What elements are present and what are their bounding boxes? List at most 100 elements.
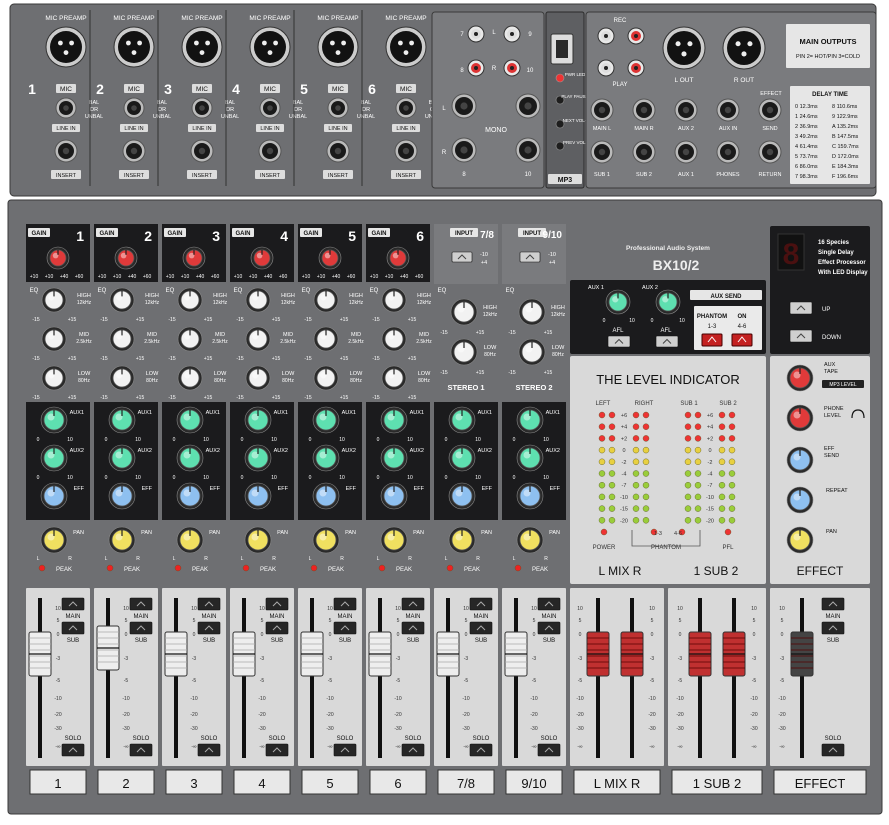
insert-jack-6[interactable] <box>394 139 418 163</box>
solo-button[interactable] <box>333 743 357 757</box>
xlr-l-out[interactable] <box>662 26 706 70</box>
gain-knob-5[interactable] <box>318 246 342 270</box>
eq-high-knob[interactable] <box>109 287 135 313</box>
main-button[interactable] <box>537 597 561 611</box>
aux2-knob[interactable] <box>40 444 68 472</box>
output-jack-top-0[interactable] <box>590 98 614 122</box>
pan-knob[interactable] <box>40 526 68 554</box>
line-in-jack-3[interactable] <box>191 97 213 119</box>
eq-mid-knob[interactable] <box>41 326 67 352</box>
sub-button[interactable] <box>401 621 425 635</box>
rca-input[interactable] <box>467 59 485 77</box>
aux1-knob[interactable] <box>176 406 204 434</box>
effect-down-button[interactable] <box>789 329 813 343</box>
eq-mid-knob[interactable] <box>381 326 407 352</box>
solo-button[interactable] <box>129 743 153 757</box>
aux1-knob[interactable] <box>380 406 408 434</box>
insert-jack-4[interactable] <box>258 139 282 163</box>
output-jack-bottom-4[interactable] <box>758 140 782 164</box>
effect-solo-button[interactable] <box>821 743 845 757</box>
eff-knob[interactable] <box>312 482 340 510</box>
afl-button-1[interactable] <box>607 335 631 348</box>
rca-input[interactable] <box>503 25 521 43</box>
eq-mid-knob[interactable] <box>177 326 203 352</box>
master-aux2-knob[interactable] <box>655 289 681 315</box>
output-jack-bottom-1[interactable] <box>632 140 656 164</box>
xlr-input-3[interactable] <box>181 26 223 68</box>
output-jack-top-1[interactable] <box>632 98 656 122</box>
eff-knob[interactable] <box>516 482 544 510</box>
afl-button-2[interactable] <box>655 335 679 348</box>
aux2-knob[interactable] <box>244 444 272 472</box>
output-jack-top-2[interactable] <box>674 98 698 122</box>
effect-knob-2[interactable] <box>786 446 814 474</box>
eq-high-knob[interactable] <box>313 287 339 313</box>
eq-mid-knob[interactable] <box>109 326 135 352</box>
aux1-knob[interactable] <box>312 406 340 434</box>
gain-knob-3[interactable] <box>182 246 206 270</box>
aux1-knob[interactable] <box>448 406 476 434</box>
eq-high-knob[interactable] <box>41 287 67 313</box>
effect-main-button[interactable] <box>821 597 845 611</box>
eff-knob[interactable] <box>40 482 68 510</box>
aux1-knob[interactable] <box>516 406 544 434</box>
sub-button[interactable] <box>469 621 493 635</box>
insert-jack-5[interactable] <box>326 139 350 163</box>
eq-low-knob[interactable] <box>381 365 407 391</box>
aux1-knob[interactable] <box>40 406 68 434</box>
eff-knob[interactable] <box>108 482 136 510</box>
rec-rca-r[interactable] <box>627 27 645 45</box>
stereo-jack-9[interactable] <box>515 93 541 119</box>
sub-button[interactable] <box>61 621 85 635</box>
output-jack-top-4[interactable] <box>758 98 782 122</box>
line-in-jack-1[interactable] <box>55 97 77 119</box>
solo-button[interactable] <box>197 743 221 757</box>
xlr-input-4[interactable] <box>249 26 291 68</box>
aux2-knob[interactable] <box>380 444 408 472</box>
effect-sub-button[interactable] <box>821 621 845 635</box>
input-level-switch[interactable] <box>451 251 473 263</box>
sub-button[interactable] <box>197 621 221 635</box>
main-button[interactable] <box>197 597 221 611</box>
phantom-switch-2[interactable] <box>731 333 753 347</box>
main-button[interactable] <box>61 597 85 611</box>
play-rca-r[interactable] <box>627 59 645 77</box>
eq-mid-knob[interactable] <box>245 326 271 352</box>
rec-rca-l[interactable] <box>597 27 615 45</box>
phantom-switch-1[interactable] <box>701 333 723 347</box>
sub-button[interactable] <box>265 621 289 635</box>
main-button[interactable] <box>333 597 357 611</box>
output-jack-top-3[interactable] <box>716 98 740 122</box>
eq-high-knob[interactable] <box>245 287 271 313</box>
eff-knob[interactable] <box>448 482 476 510</box>
eq-low-knob[interactable] <box>177 365 203 391</box>
stereo-eq-high-knob[interactable] <box>518 298 546 326</box>
master-aux1-knob[interactable] <box>605 289 631 315</box>
gain-knob-4[interactable] <box>250 246 274 270</box>
sub-button[interactable] <box>333 621 357 635</box>
stereo-eq-low-knob[interactable] <box>450 338 478 366</box>
pan-knob[interactable] <box>448 526 476 554</box>
mp3-button-0[interactable] <box>555 73 565 83</box>
sub-button[interactable] <box>537 621 561 635</box>
aux1-knob[interactable] <box>108 406 136 434</box>
gain-knob-6[interactable] <box>386 246 410 270</box>
pan-knob[interactable] <box>380 526 408 554</box>
pan-knob[interactable] <box>176 526 204 554</box>
effect-knob-4[interactable] <box>786 526 814 554</box>
pan-knob[interactable] <box>244 526 272 554</box>
stereo-eq-high-knob[interactable] <box>450 298 478 326</box>
gain-knob-2[interactable] <box>114 246 138 270</box>
solo-button[interactable] <box>469 743 493 757</box>
xlr-r-out[interactable] <box>722 26 766 70</box>
insert-jack-1[interactable] <box>54 139 78 163</box>
rca-input[interactable] <box>503 59 521 77</box>
xlr-input-1[interactable] <box>45 26 87 68</box>
sub-button[interactable] <box>129 621 153 635</box>
gain-knob-1[interactable] <box>46 246 70 270</box>
solo-button[interactable] <box>537 743 561 757</box>
effect-up-button[interactable] <box>789 301 813 315</box>
output-jack-bottom-3[interactable] <box>716 140 740 164</box>
line-in-jack-6[interactable] <box>395 97 417 119</box>
output-jack-bottom-0[interactable] <box>590 140 614 164</box>
